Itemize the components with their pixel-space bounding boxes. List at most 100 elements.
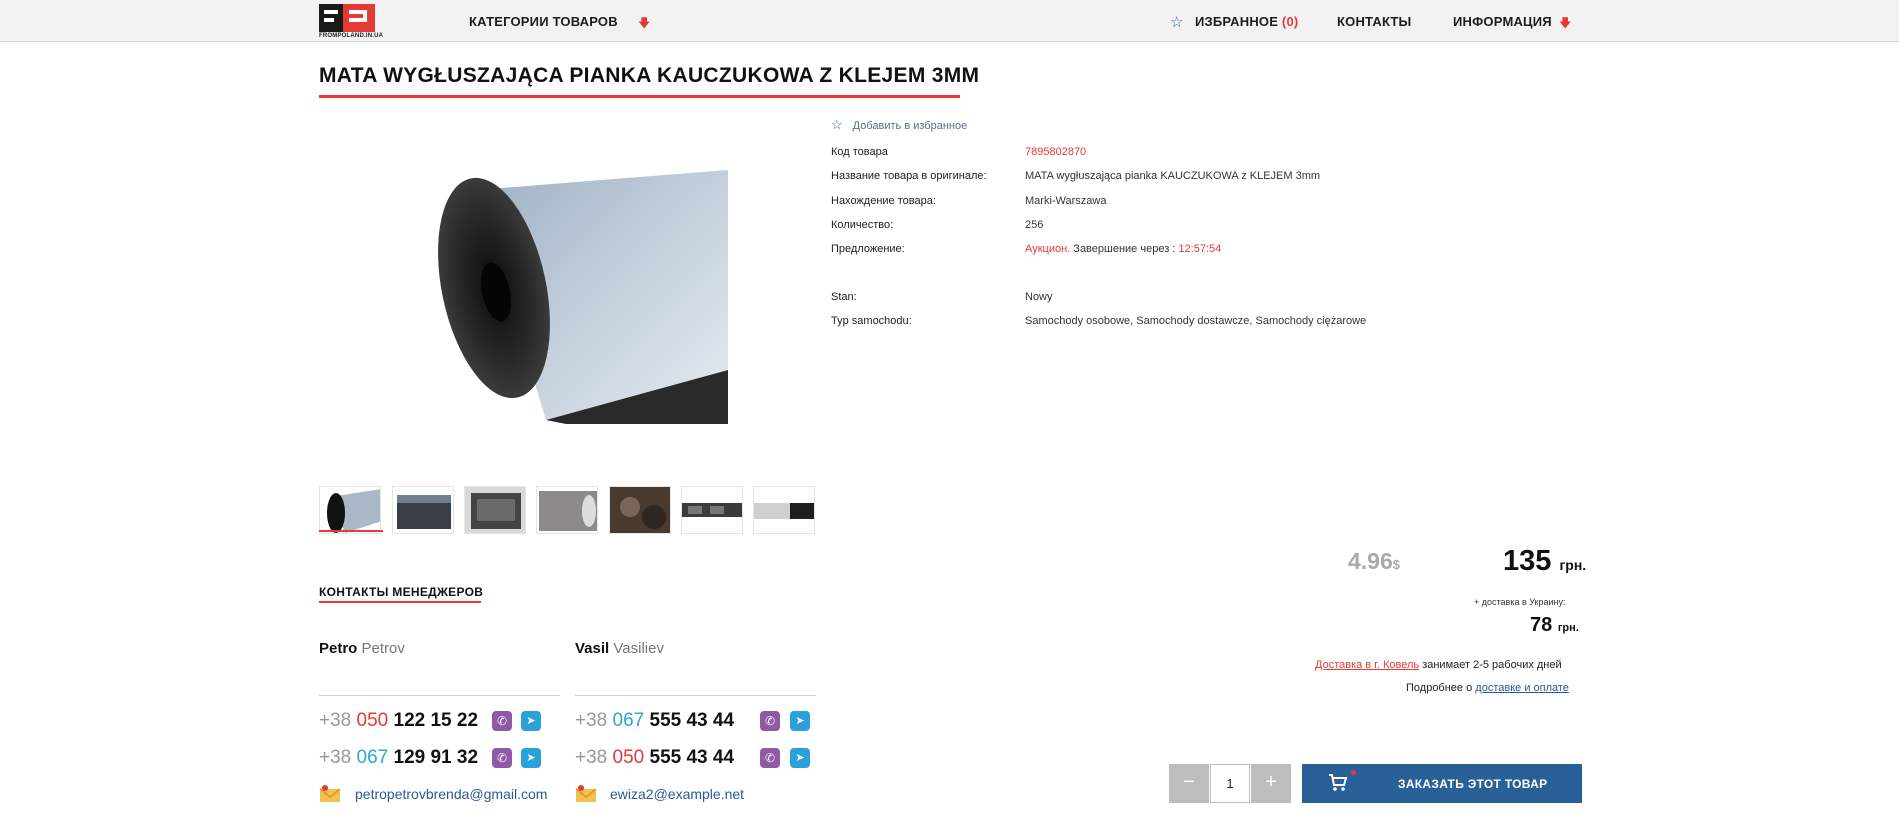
title-underline <box>319 95 960 98</box>
quantity-increase-button[interactable]: + <box>1251 764 1291 803</box>
detail-value: MATA wygłuszająca pianka KAUCZUKOWA z KL… <box>1025 170 1321 182</box>
quantity-decrease-button[interactable]: − <box>1169 764 1209 803</box>
usd-sign: $ <box>1392 557 1400 572</box>
phone-country-code: +38 <box>319 747 352 768</box>
phone-country-code: +38 <box>575 710 608 731</box>
manager-first-name: Petro <box>319 640 358 657</box>
phone-operator-code: 050 <box>356 710 389 731</box>
product-thumbnail[interactable] <box>753 486 815 534</box>
divider <box>575 695 816 696</box>
product-thumbnail[interactable] <box>319 486 381 534</box>
manager-last-name: Vasiliev <box>613 640 664 657</box>
telegram-icon[interactable]: ➤ <box>790 748 810 768</box>
nav-categories[interactable]: КАТЕГОРИИ ТОВАРОВ <box>469 14 618 29</box>
offer-value: Аукцион. Завершение через : 12:57:54 <box>1025 243 1221 255</box>
detail-label: Код товара <box>831 146 888 158</box>
cart-badge-dot <box>1351 770 1356 775</box>
site-logo[interactable]: FROMPOLAND.IN.UA <box>319 4 383 39</box>
manager-email[interactable]: petropetrovbrenda@gmail.com <box>355 786 547 802</box>
manager-name: Petro Petrov <box>319 640 405 657</box>
star-icon: ☆ <box>831 117 843 132</box>
envelope-icon <box>575 785 597 802</box>
add-to-favorites-link[interactable]: ☆ Добавить в избранное <box>831 117 967 133</box>
price-uah: 135 грн. <box>1503 545 1586 578</box>
phone-local-number: 122 15 22 <box>393 710 479 731</box>
price-usd: 4.96$ <box>1348 548 1400 575</box>
delivery-note: + доставка в Украину: <box>1474 597 1566 607</box>
offer-end-text: Завершение через : <box>1073 243 1176 255</box>
offer-type: Аукцион. <box>1025 243 1071 255</box>
delivery-info: Доставка в г. Ковель занимает 2-5 рабочи… <box>1315 659 1562 671</box>
phone-number[interactable]: +38 050 122 15 22 <box>319 710 478 732</box>
chevron-down-icon[interactable]: 🡇 <box>638 14 650 35</box>
more-text: Подробнее о <box>1406 682 1473 694</box>
managers-title: КОНТАКТЫ МЕНЕДЖЕРОВ <box>319 585 484 599</box>
add-to-favorites-label: Добавить в избранное <box>852 120 968 132</box>
detail-label: Название товара в оригинале: <box>831 170 987 182</box>
nav-contacts[interactable]: КОНТАКТЫ <box>1337 14 1411 29</box>
detail-label: Количество: <box>831 219 894 231</box>
param-value: Nowy <box>1025 291 1053 303</box>
phone-local-number: 129 91 32 <box>393 747 479 768</box>
phone-number[interactable]: +38 050 555 43 44 <box>575 747 734 769</box>
delivery-city-link[interactable]: Доставка в г. Ковель <box>1315 659 1419 671</box>
delivery-time-text: занимает 2-5 рабочих дней <box>1422 659 1562 671</box>
detail-value: Marki-Warszawa <box>1025 195 1107 207</box>
phone-country-code: +38 <box>575 747 608 768</box>
nav-favorites[interactable]: ИЗБРАННОЕ (0) <box>1195 14 1298 29</box>
param-value: Samochody osobowe, Samochody dostawcze, … <box>1025 315 1367 327</box>
product-main-image[interactable] <box>416 170 728 424</box>
star-icon: ☆ <box>1170 14 1184 31</box>
delivery-price: 78 грн. <box>1530 614 1579 637</box>
delivery-price-value: 78 <box>1530 614 1553 636</box>
divider <box>319 695 560 696</box>
detail-label: Нахождение товара: <box>831 195 936 207</box>
managers-title-underline <box>319 601 481 603</box>
phone-number[interactable]: +38 067 129 91 32 <box>319 747 478 769</box>
phone-operator-code: 067 <box>612 710 645 731</box>
order-button-label: ЗАКАЗАТЬ ЭТОТ ТОВАР <box>1398 777 1548 791</box>
manager-name: Vasil Vasiliev <box>575 640 664 657</box>
product-thumbnail[interactable] <box>536 486 598 534</box>
delivery-payment-link[interactable]: доставке и оплате <box>1475 682 1569 694</box>
thumbnail-active-indicator <box>319 530 383 532</box>
more-info: Подробнее о доставке и оплате <box>1406 682 1569 694</box>
product-thumbnail[interactable] <box>392 486 454 534</box>
manager-email[interactable]: ewiza2@example.net <box>610 786 744 802</box>
viber-icon[interactable]: ✆ <box>492 711 512 731</box>
envelope-icon <box>319 785 341 802</box>
order-button[interactable]: ЗАКАЗАТЬ ЭТОТ ТОВАР <box>1302 764 1582 803</box>
phone-local-number: 555 43 44 <box>649 710 735 731</box>
telegram-icon[interactable]: ➤ <box>521 748 541 768</box>
phone-number[interactable]: +38 067 555 43 44 <box>575 710 734 732</box>
nav-favorites-label: ИЗБРАННОЕ <box>1195 14 1279 29</box>
quantity-input[interactable] <box>1210 764 1250 803</box>
viber-icon[interactable]: ✆ <box>760 748 780 768</box>
telegram-icon[interactable]: ➤ <box>790 711 810 731</box>
favorites-count: (0) <box>1281 14 1299 29</box>
manager-last-name: Petrov <box>361 640 405 657</box>
phone-country-code: +38 <box>319 710 352 731</box>
chevron-down-icon[interactable]: 🡇 <box>1559 14 1571 35</box>
price-uah-unit: грн. <box>1559 557 1587 573</box>
phone-local-number: 555 43 44 <box>649 747 735 768</box>
top-navigation-bar: FROMPOLAND.IN.UA КАТЕГОРИИ ТОВАРОВ 🡇 ☆ И… <box>0 0 1899 42</box>
phone-operator-code: 050 <box>612 747 645 768</box>
logo-text: FROMPOLAND.IN.UA <box>319 33 384 39</box>
phone-operator-code: 067 <box>356 747 389 768</box>
product-thumbnail[interactable] <box>681 486 743 534</box>
page-title: MATA WYGŁUSZAJĄCA PIANKA KAUCZUKOWA Z KL… <box>319 64 980 87</box>
product-thumbnail[interactable] <box>464 486 526 534</box>
logo-mark <box>319 4 375 32</box>
cart-icon <box>1328 772 1348 797</box>
product-thumbnail[interactable] <box>609 486 671 534</box>
param-label: Stan: <box>831 291 857 303</box>
nav-information[interactable]: ИНФОРМАЦИЯ <box>1453 14 1552 29</box>
viber-icon[interactable]: ✆ <box>760 711 780 731</box>
price-usd-value: 4.96 <box>1348 548 1393 574</box>
telegram-icon[interactable]: ➤ <box>521 711 541 731</box>
delivery-price-unit: грн. <box>1557 622 1579 634</box>
price-uah-value: 135 <box>1503 545 1552 577</box>
viber-icon[interactable]: ✆ <box>492 748 512 768</box>
manager-first-name: Vasil <box>575 640 610 657</box>
